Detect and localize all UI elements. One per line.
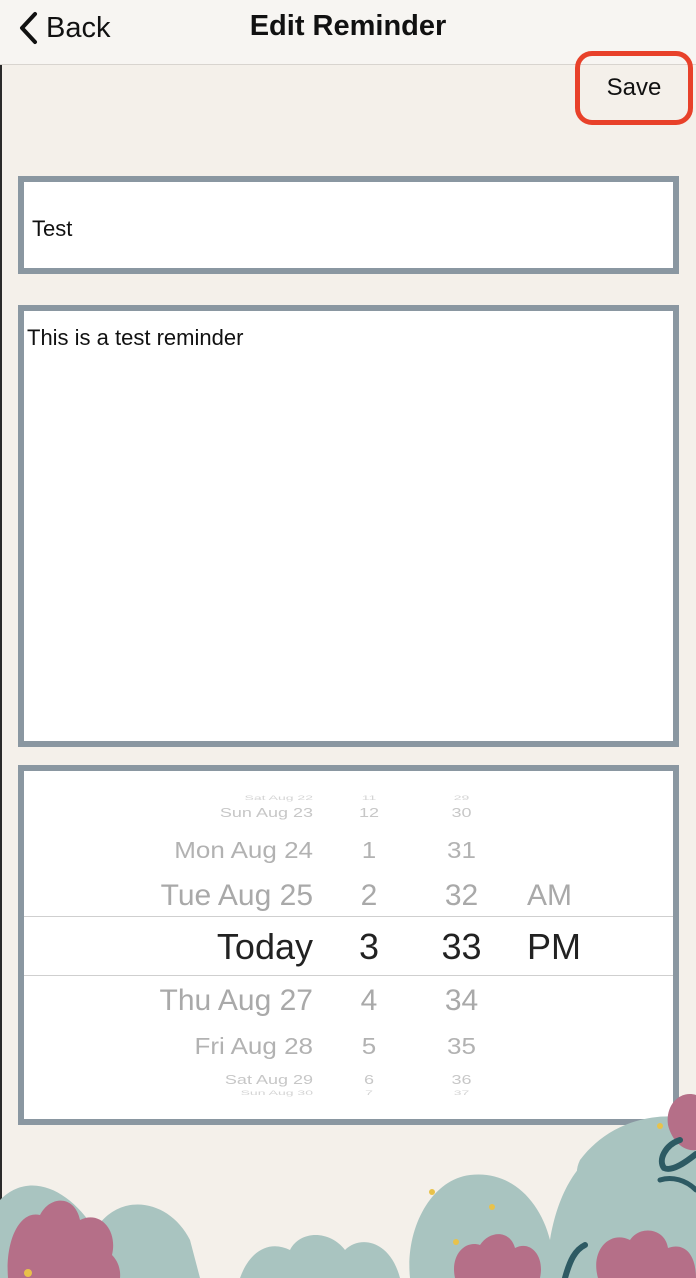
date-option[interactable]: Tue Aug 25	[161, 881, 313, 911]
hour-option[interactable]: 5	[339, 1035, 399, 1058]
date-option-selected[interactable]: Today	[217, 929, 313, 965]
date-option[interactable]: Sun Aug 23	[220, 807, 313, 820]
hour-option[interactable]: 11	[339, 795, 399, 801]
minute-option[interactable]: 34	[424, 986, 499, 1016]
hour-option[interactable]: 2	[339, 881, 399, 911]
floral-decoration	[0, 1094, 696, 1278]
minute-option-selected[interactable]: 33	[424, 929, 499, 965]
date-time-picker[interactable]: Sat Aug 22 Sun Aug 23 Mon Aug 24 Tue Aug…	[18, 765, 679, 1125]
minute-option[interactable]: 32	[424, 881, 499, 911]
hour-option[interactable]: 1	[339, 839, 399, 862]
minute-option[interactable]: 31	[424, 839, 499, 862]
description-field[interactable]: This is a test reminder	[18, 305, 679, 747]
date-option[interactable]: Fri Aug 28	[194, 1035, 313, 1058]
ampm-option[interactable]: AM	[527, 881, 572, 911]
hour-option[interactable]: 12	[339, 807, 399, 820]
title-field[interactable]: Test	[18, 176, 679, 274]
hour-option[interactable]: 4	[339, 986, 399, 1016]
minute-option[interactable]: 29	[424, 795, 499, 801]
ampm-option-selected[interactable]: PM	[527, 929, 581, 965]
date-option[interactable]: Mon Aug 24	[174, 839, 313, 862]
hour-option-selected[interactable]: 3	[339, 929, 399, 965]
minute-option[interactable]: 30	[424, 807, 499, 820]
save-highlight: Save	[575, 51, 693, 125]
page-title: Edit Reminder	[249, 10, 447, 42]
save-button[interactable]: Save	[587, 63, 681, 113]
minute-option[interactable]: 35	[424, 1035, 499, 1058]
date-option[interactable]: Thu Aug 27	[160, 986, 313, 1016]
description-field-value: This is a test reminder	[27, 325, 244, 350]
date-option[interactable]: Sat Aug 22	[244, 795, 313, 801]
title-field-value: Test	[32, 216, 73, 241]
